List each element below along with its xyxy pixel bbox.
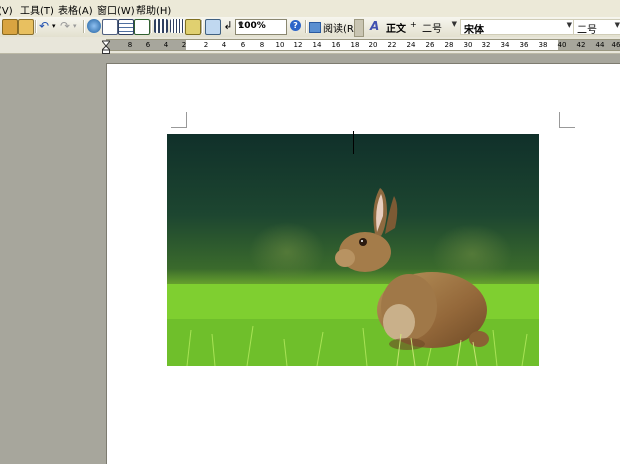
ruler-tick: 6 xyxy=(145,41,151,49)
undo-icon[interactable]: ↶ xyxy=(39,19,53,33)
ruler-tick: 2 xyxy=(203,41,209,49)
ruler-tick: 8 xyxy=(259,41,265,49)
ruler-tick: 2 xyxy=(181,41,187,49)
ruler-tick: 4 xyxy=(221,41,227,49)
margin-corner-mark xyxy=(559,112,575,128)
chevron-down-icon[interactable]: ▼ xyxy=(567,21,572,29)
ruler-tick: 16 xyxy=(331,41,341,49)
document-map-icon[interactable] xyxy=(185,19,201,35)
toolbar-grip[interactable] xyxy=(354,19,364,37)
ruler-tick: 46 xyxy=(611,41,620,49)
menu-window[interactable]: 窗口(W) xyxy=(97,2,135,17)
columns-icon[interactable] xyxy=(154,19,168,33)
font-value: 宋体 xyxy=(464,25,484,36)
text-cursor xyxy=(353,131,354,154)
chevron-down-icon[interactable]: ▼ xyxy=(238,21,285,29)
toolbar-separator xyxy=(150,20,152,33)
ruler-tick: 38 xyxy=(538,41,548,49)
ruler-tick: 14 xyxy=(312,41,322,49)
ruler-tick: 22 xyxy=(387,41,397,49)
ruler-tick: 8 xyxy=(127,41,133,49)
ruler-tick: 44 xyxy=(595,41,605,49)
plus-icon: + xyxy=(410,20,417,29)
thumbnail-icon[interactable] xyxy=(205,19,221,35)
insert-excel-icon[interactable] xyxy=(134,19,150,35)
rabbit-image xyxy=(167,134,539,366)
font-size-combo[interactable]: 二号 ▼ xyxy=(573,19,620,36)
ruler-tick: 20 xyxy=(368,41,378,49)
ruler-tick: 34 xyxy=(500,41,510,49)
horizontal-ruler[interactable]: 8 6 4 2 2 4 6 8 10 12 14 16 18 20 22 24 … xyxy=(106,39,620,51)
ruler-tick: 28 xyxy=(444,41,454,49)
ruler-tick: 26 xyxy=(425,41,435,49)
style-dropdown[interactable]: ▼ xyxy=(448,19,458,33)
document-page[interactable] xyxy=(106,63,620,464)
margin-corner-mark xyxy=(171,112,187,128)
ruler-tick: 24 xyxy=(406,41,416,49)
read-button[interactable]: 阅读(R) xyxy=(309,20,358,35)
menu-tools[interactable]: 工具(T) xyxy=(20,2,54,17)
ruler-tick: 32 xyxy=(481,41,491,49)
toolbar-separator xyxy=(305,20,307,33)
toolbar-separator xyxy=(83,20,85,33)
toolbar-separator xyxy=(35,20,37,33)
chevron-down-icon[interactable]: ▼ xyxy=(615,21,620,29)
toolbar-separator xyxy=(201,20,203,33)
hyperlink-icon[interactable] xyxy=(87,19,101,33)
ruler-tick: 36 xyxy=(519,41,529,49)
menu-help[interactable]: 帮助(H) xyxy=(136,2,171,17)
help-icon[interactable]: ? xyxy=(290,20,301,31)
show-hide-icon[interactable]: ↲ xyxy=(221,19,235,33)
ruler-tick: 4 xyxy=(163,41,169,49)
indent-marker[interactable] xyxy=(102,37,110,54)
book-icon xyxy=(309,22,321,33)
ruler-tick: 18 xyxy=(350,41,360,49)
standard-toolbar: ↶ ▾ ↷ ▾ ↲ 100% ▼ ? 阅读(R) A 正文 + 二号 ▼ 宋体 … xyxy=(0,17,620,38)
zoom-combo[interactable]: 100% ▼ xyxy=(235,19,287,35)
menu-bar: 视图(V) 工具(T) 表格(A) 窗口(W) 帮助(H) xyxy=(0,0,620,18)
insert-table-icon[interactable] xyxy=(118,19,134,35)
rabbit-photo[interactable] xyxy=(167,134,539,366)
ruler-tick: 6 xyxy=(240,41,246,49)
chevron-down-icon: ▼ xyxy=(451,20,457,28)
style-value[interactable]: 正文 xyxy=(386,20,406,35)
tables-borders-icon[interactable] xyxy=(102,19,118,35)
paste-icon[interactable] xyxy=(2,19,18,35)
redo-icon[interactable]: ↷ xyxy=(60,19,74,33)
ruler-tick: 40 xyxy=(557,41,567,49)
menu-view[interactable]: 视图(V) xyxy=(0,2,13,17)
format-painter-icon[interactable] xyxy=(18,19,34,35)
font-combo[interactable]: 宋体 ▼ xyxy=(460,19,574,36)
style-size-value[interactable]: 二号 xyxy=(422,20,442,35)
font-size-value: 二号 xyxy=(577,25,597,36)
read-label: 阅读(R) xyxy=(323,24,358,35)
styles-icon[interactable]: A xyxy=(370,19,379,33)
ruler-tick: 10 xyxy=(275,41,285,49)
ruler-tick: 42 xyxy=(576,41,586,49)
menu-table[interactable]: 表格(A) xyxy=(58,2,93,17)
ruler-tick: 12 xyxy=(293,41,303,49)
ruler-bar: 8 6 4 2 2 4 6 8 10 12 14 16 18 20 22 24 … xyxy=(0,37,620,54)
drawing-icon[interactable] xyxy=(170,19,184,33)
ruler-tick: 30 xyxy=(463,41,473,49)
